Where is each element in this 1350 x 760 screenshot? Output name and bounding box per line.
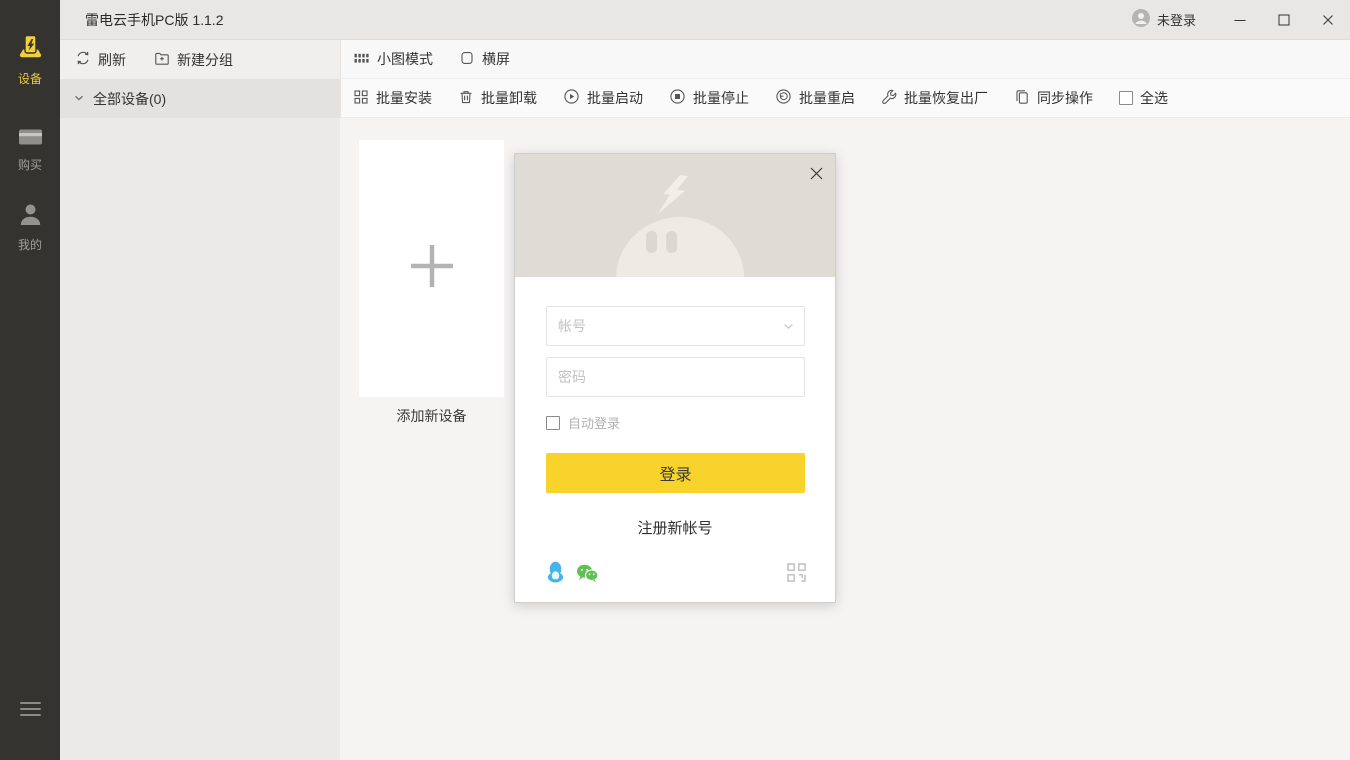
password-field-wrap	[546, 357, 805, 397]
sidebar: 设备 购买 我的	[0, 0, 60, 760]
sidebar-item-label: 购买	[18, 156, 42, 173]
sidebar-item-mine[interactable]: 我的	[0, 203, 60, 253]
person-icon	[18, 203, 43, 231]
wrench-icon	[881, 89, 897, 108]
sidebar-item-buy[interactable]: 购买	[0, 128, 60, 173]
qq-login-icon[interactable]	[546, 561, 565, 588]
tile-grid-icon	[353, 50, 370, 69]
login-dialog: 自动登录 登录 注册新帐号	[514, 153, 836, 603]
login-dialog-header	[515, 154, 835, 277]
auto-login-label: 自动登录	[568, 413, 620, 432]
maximize-button[interactable]	[1262, 0, 1306, 40]
new-group-button[interactable]: 新建分组	[154, 50, 233, 70]
wechat-login-icon[interactable]	[576, 564, 599, 588]
login-dialog-footer	[546, 561, 807, 588]
auto-login-toggle[interactable]: 自动登录	[546, 413, 804, 432]
batch-factory-reset-button[interactable]: 批量恢复出厂	[881, 88, 988, 108]
small-mode-label: 小图模式	[377, 49, 433, 69]
refresh-icon	[75, 50, 91, 69]
add-device-label: 添加新设备	[359, 406, 504, 426]
add-device-card[interactable]	[359, 140, 504, 397]
new-group-label: 新建分组	[177, 50, 233, 70]
batch-factory-reset-label: 批量恢复出厂	[904, 88, 988, 108]
qr-login-icon[interactable]	[786, 562, 807, 588]
credit-card-icon	[18, 128, 43, 151]
refresh-label: 刷新	[98, 50, 126, 70]
batch-start-label: 批量启动	[587, 88, 643, 108]
sync-operation-button[interactable]: 同步操作	[1014, 88, 1093, 108]
account-dropdown-icon[interactable]	[782, 320, 795, 338]
group-toolbar: 刷新 新建分组	[60, 40, 340, 79]
app-window: 设备 购买 我的 雷电云手机PC版 1.1.2	[0, 0, 1350, 760]
batch-start-button[interactable]: 批量启动	[563, 88, 643, 108]
mascot-icon	[616, 217, 744, 277]
batch-install-label: 批量安装	[376, 88, 432, 108]
sidebar-item-label: 设备	[18, 70, 42, 87]
cloud-phone-icon	[17, 33, 44, 65]
menu-icon[interactable]	[20, 698, 41, 720]
batch-restart-button[interactable]: 批量重启	[775, 88, 855, 108]
sidebar-item-label: 我的	[18, 236, 42, 253]
password-input[interactable]	[546, 357, 805, 397]
login-status[interactable]: 未登录	[1132, 9, 1196, 30]
select-all-label: 全选	[1140, 88, 1168, 108]
group-list-panel	[60, 118, 340, 760]
stop-circle-icon	[669, 88, 686, 108]
sidebar-item-devices[interactable]: 设备	[0, 33, 60, 87]
folder-plus-icon	[154, 50, 170, 69]
batch-stop-button[interactable]: 批量停止	[669, 88, 749, 108]
minimize-button[interactable]	[1218, 0, 1262, 40]
refresh-button[interactable]: 刷新	[75, 50, 126, 70]
titlebar: 雷电云手机PC版 1.1.2 未登录	[60, 0, 1350, 40]
sync-operation-label: 同步操作	[1037, 88, 1093, 108]
login-form: 自动登录 登录 注册新帐号	[515, 277, 835, 538]
login-button[interactable]: 登录	[546, 453, 805, 493]
trash-icon	[458, 89, 474, 108]
restart-circle-icon	[775, 88, 792, 108]
window-title: 雷电云手机PC版 1.1.2	[85, 10, 223, 30]
plus-icon	[408, 242, 456, 295]
device-grid: 添加新设备	[340, 118, 1350, 760]
close-window-button[interactable]	[1306, 0, 1350, 40]
login-status-label: 未登录	[1157, 10, 1196, 29]
stacked-phones-icon	[1014, 89, 1030, 108]
landscape-label: 横屏	[482, 49, 510, 69]
group-all-devices-label: 全部设备(0)	[93, 89, 166, 109]
register-link[interactable]: 注册新帐号	[546, 517, 804, 538]
play-circle-icon	[563, 88, 580, 108]
close-dialog-button[interactable]	[806, 163, 826, 183]
screen-icon	[459, 50, 475, 69]
auto-login-checkbox[interactable]	[546, 416, 560, 430]
landscape-button[interactable]: 横屏	[459, 49, 510, 69]
select-all-toggle[interactable]: 全选	[1119, 88, 1168, 108]
batch-uninstall-label: 批量卸载	[481, 88, 537, 108]
group-all-devices[interactable]: 全部设备(0)	[60, 79, 340, 118]
batch-toolbar: 批量安装 批量卸载 批量启动	[340, 79, 1350, 118]
batch-install-button[interactable]: 批量安装	[353, 88, 432, 108]
chevron-down-icon	[73, 91, 85, 107]
select-all-checkbox[interactable]	[1119, 91, 1133, 105]
batch-uninstall-button[interactable]: 批量卸载	[458, 88, 537, 108]
small-mode-button[interactable]: 小图模式	[353, 49, 433, 69]
batch-stop-label: 批量停止	[693, 88, 749, 108]
avatar-icon	[1132, 9, 1150, 30]
four-squares-icon	[353, 89, 369, 108]
view-toolbar: 小图模式 横屏	[340, 40, 1350, 79]
batch-restart-label: 批量重启	[799, 88, 855, 108]
account-input[interactable]	[546, 306, 805, 346]
account-field-wrap	[546, 306, 805, 346]
